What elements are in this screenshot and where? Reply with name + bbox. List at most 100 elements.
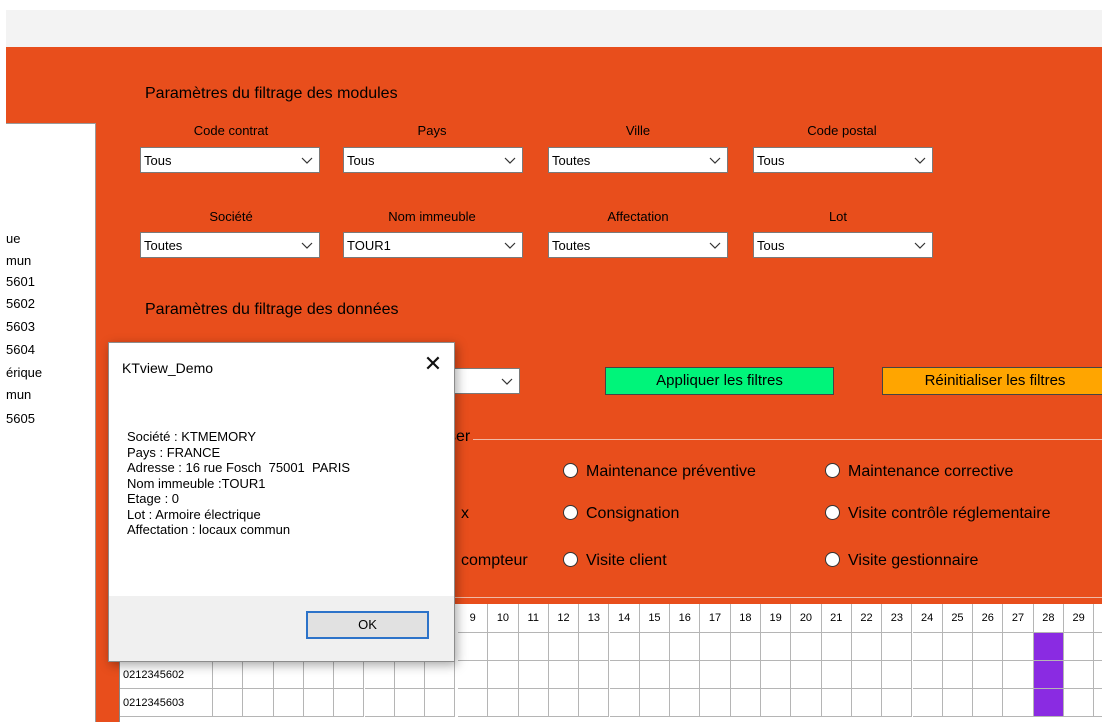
pays-select[interactable]: Tous	[343, 147, 523, 173]
grid-cell[interactable]	[1094, 689, 1102, 717]
grid-cell[interactable]	[821, 689, 852, 717]
grid-cell[interactable]	[609, 689, 640, 717]
grid-cell[interactable]	[518, 633, 549, 661]
grid-cell[interactable]	[394, 689, 426, 717]
grid-cell[interactable]	[425, 689, 456, 717]
grid-cell[interactable]	[791, 661, 822, 689]
grid-cell[interactable]	[973, 689, 1004, 717]
grid-cell[interactable]	[548, 689, 580, 717]
grid-cell[interactable]	[639, 661, 671, 689]
code-contrat-select[interactable]: Tous	[140, 147, 320, 173]
grid-cell[interactable]	[303, 661, 335, 689]
ville-select[interactable]: Toutes	[548, 147, 728, 173]
grid-cell[interactable]	[1064, 689, 1095, 717]
grid-cell[interactable]	[882, 661, 913, 689]
grid-cell[interactable]	[700, 661, 731, 689]
grid-cell-highlighted[interactable]	[1033, 633, 1064, 661]
grid-cell[interactable]	[458, 633, 489, 661]
list-item[interactable]: érique	[6, 365, 42, 380]
grid-cell[interactable]	[303, 689, 335, 717]
grid-cell[interactable]	[973, 633, 1004, 661]
grid-cell[interactable]	[488, 633, 519, 661]
grid-cell[interactable]	[458, 661, 489, 689]
grid-cell[interactable]	[700, 633, 731, 661]
grid-cell[interactable]	[912, 689, 943, 717]
grid-cell[interactable]	[609, 661, 640, 689]
grid-cell[interactable]	[639, 633, 671, 661]
grid-cell[interactable]	[273, 661, 304, 689]
grid-cell[interactable]	[791, 689, 822, 717]
close-icon[interactable]: ✕	[417, 349, 449, 379]
grid-cell[interactable]	[851, 689, 883, 717]
affectation-select[interactable]: Toutes	[548, 232, 728, 258]
grid-cell[interactable]	[821, 633, 852, 661]
grid-cell[interactable]	[548, 633, 580, 661]
radio-maintenance-preventive[interactable]: Maintenance préventive	[563, 463, 756, 481]
grid-cell[interactable]	[243, 689, 274, 717]
radio-visite-client[interactable]: Visite client	[563, 552, 667, 570]
grid-cell[interactable]	[518, 661, 549, 689]
grid-cell[interactable]	[821, 661, 852, 689]
grid-cell[interactable]	[1094, 633, 1102, 661]
grid-cell[interactable]	[1064, 661, 1095, 689]
list-item[interactable]: mun	[6, 253, 31, 268]
grid-cell[interactable]	[942, 689, 974, 717]
list-item[interactable]: 5604	[6, 342, 35, 357]
grid-cell[interactable]	[273, 689, 304, 717]
list-item[interactable]: ue	[6, 231, 20, 246]
grid-cell[interactable]	[1094, 661, 1102, 689]
radio-maintenance-corrective[interactable]: Maintenance corrective	[825, 463, 1013, 481]
grid-cell[interactable]	[243, 661, 274, 689]
grid-cell[interactable]	[670, 689, 701, 717]
grid-cell[interactable]	[670, 633, 701, 661]
grid-cell[interactable]	[912, 633, 943, 661]
grid-cell[interactable]	[730, 633, 761, 661]
grid-cell[interactable]	[518, 689, 549, 717]
grid-cell[interactable]	[761, 633, 792, 661]
grid-cell[interactable]	[670, 661, 701, 689]
list-item[interactable]: 5602	[6, 296, 35, 311]
grid-cell-highlighted[interactable]	[1033, 661, 1064, 689]
grid-cell[interactable]	[912, 661, 943, 689]
reset-filters-button[interactable]: Réinitialiser les filtres	[882, 367, 1102, 395]
grid-cell[interactable]	[394, 661, 426, 689]
lot-select[interactable]: Tous	[753, 232, 933, 258]
grid-cell[interactable]	[882, 633, 913, 661]
grid-cell[interactable]	[700, 689, 731, 717]
grid-cell[interactable]	[364, 661, 395, 689]
list-item[interactable]: 5601	[6, 274, 35, 289]
grid-cell[interactable]	[761, 661, 792, 689]
grid-cell[interactable]	[609, 633, 640, 661]
grid-cell[interactable]	[213, 661, 244, 689]
list-item[interactable]: mun	[6, 387, 31, 402]
radio-visite-gestionnaire[interactable]: Visite gestionnaire	[825, 552, 978, 570]
grid-cell[interactable]	[334, 661, 365, 689]
grid-cell[interactable]	[851, 661, 883, 689]
grid-cell[interactable]	[334, 689, 365, 717]
radio-visite-controle[interactable]: Visite contrôle réglementaire	[825, 505, 1050, 523]
code-postal-select[interactable]: Tous	[753, 147, 933, 173]
grid-cell[interactable]	[458, 689, 489, 717]
grid-cell[interactable]	[488, 689, 519, 717]
grid-cell[interactable]	[1003, 661, 1034, 689]
grid-cell[interactable]	[942, 661, 974, 689]
grid-cell-highlighted[interactable]	[1033, 689, 1064, 717]
grid-cell[interactable]	[1064, 633, 1095, 661]
grid-cell[interactable]	[791, 633, 822, 661]
list-item[interactable]: 5603	[6, 319, 35, 334]
grid-cell[interactable]	[851, 633, 883, 661]
grid-cell[interactable]	[639, 689, 671, 717]
grid-cell[interactable]	[488, 661, 519, 689]
grid-cell[interactable]	[942, 633, 974, 661]
grid-cell[interactable]	[730, 661, 761, 689]
grid-cell[interactable]	[973, 661, 1004, 689]
apply-filters-button[interactable]: Appliquer les filtres	[605, 367, 834, 395]
grid-cell[interactable]	[364, 689, 395, 717]
list-item[interactable]: 5605	[6, 411, 35, 426]
radio-consignation[interactable]: Consignation	[563, 505, 679, 523]
grid-cell[interactable]	[761, 689, 792, 717]
grid-cell[interactable]	[579, 689, 610, 717]
grid-cell[interactable]	[882, 689, 913, 717]
grid-cell[interactable]	[548, 661, 580, 689]
grid-cell[interactable]	[579, 661, 610, 689]
